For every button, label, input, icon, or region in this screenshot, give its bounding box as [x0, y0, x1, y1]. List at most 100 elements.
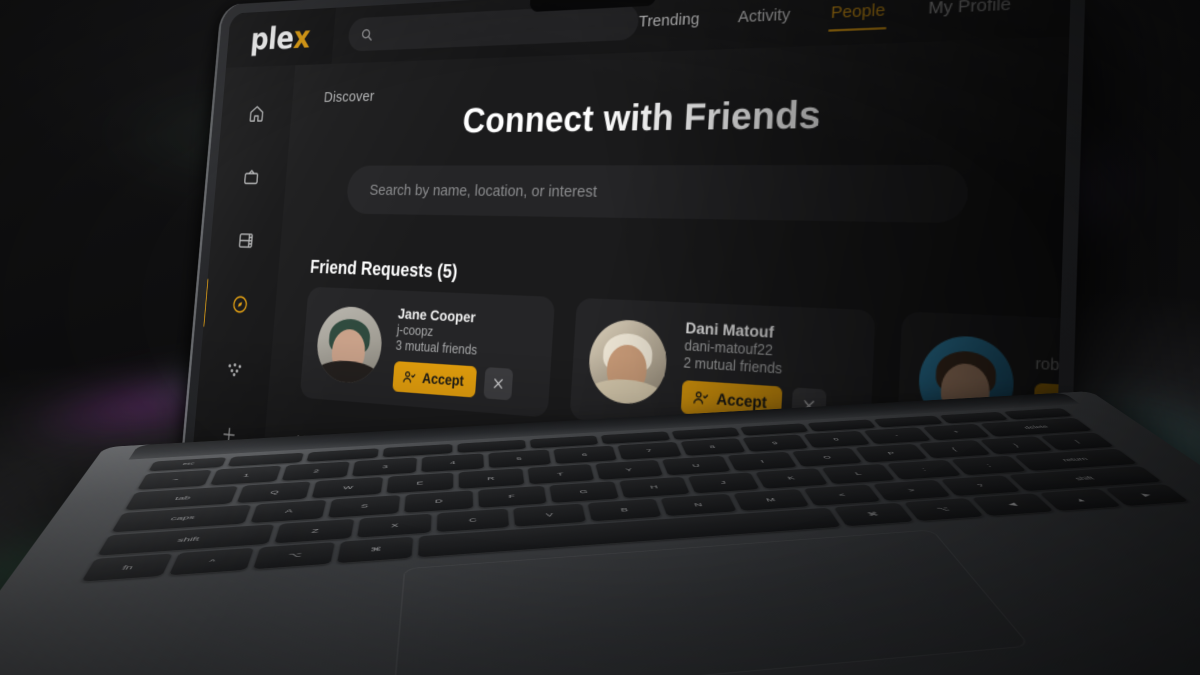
accept-button-label: Accept	[716, 389, 768, 412]
nav-my-profile-label: My Profile	[927, 0, 1012, 18]
accept-button-label: Accept	[421, 369, 465, 389]
key[interactable]: X	[356, 513, 432, 538]
nav-people[interactable]: People	[829, 0, 886, 45]
friend-request-name: Dani Matouf	[685, 317, 775, 341]
key[interactable]: M	[732, 488, 810, 512]
nav-trending[interactable]: Trending	[637, 0, 701, 53]
people-search-placeholder: Search by name, location, or interest	[369, 181, 598, 201]
key[interactable]: |	[1040, 432, 1115, 451]
plex-logo-x: x	[292, 18, 312, 56]
sidebar-item-live-tv[interactable]	[234, 162, 268, 191]
laptop-base: esc ~1 2 3 4 5 6 7 8 9 0- + delete tab Q W E R T Y U I O P{} |…	[0, 391, 1200, 675]
key[interactable]: J	[687, 472, 760, 494]
nav-people-label: People	[830, 0, 886, 22]
avatar	[314, 305, 385, 386]
key[interactable]: F	[478, 485, 547, 508]
sidebar-item-movies[interactable]	[229, 225, 263, 255]
global-search-input[interactable]	[347, 3, 640, 52]
friend-request-mutual	[1035, 374, 1069, 386]
key[interactable]: U	[661, 455, 731, 476]
key[interactable]: T	[527, 464, 595, 485]
key[interactable]: {	[918, 440, 991, 459]
key[interactable]: C	[436, 508, 510, 533]
plex-logo-text: ple	[249, 19, 296, 58]
sidebar-item-more[interactable]	[217, 353, 251, 385]
key[interactable]: 7	[617, 441, 682, 460]
key[interactable]: ⌘	[336, 536, 414, 564]
key[interactable]: 5	[488, 449, 551, 469]
friend-request-handle: dani-matouf22	[684, 337, 774, 359]
avatar	[586, 318, 669, 407]
key[interactable]: ~	[137, 469, 213, 490]
key[interactable]: P	[855, 443, 928, 463]
friend-request-mutual: 3 mutual friends	[395, 337, 478, 358]
friend-request-name	[1036, 354, 1070, 365]
key[interactable]: ⌥	[903, 498, 985, 522]
friend-request-mutual: 2 mutual friends	[683, 354, 783, 377]
key[interactable]: G	[549, 481, 619, 503]
key[interactable]: }	[979, 436, 1053, 455]
key[interactable]: N	[660, 493, 737, 517]
key[interactable]: 2	[281, 461, 350, 482]
key[interactable]: V	[513, 503, 587, 527]
key[interactable]: ?	[940, 475, 1021, 497]
key[interactable]: H	[619, 476, 690, 498]
screen-notch	[529, 0, 657, 13]
key[interactable]: B	[587, 498, 663, 522]
person-add-icon	[692, 388, 709, 407]
live-tv-icon	[242, 166, 260, 186]
key[interactable]: >	[872, 479, 952, 502]
page-title: Connect with Friends	[461, 93, 822, 141]
key[interactable]: O	[792, 447, 863, 467]
key[interactable]: +	[922, 423, 991, 441]
key[interactable]: 4	[421, 453, 484, 473]
key[interactable]: E	[385, 472, 453, 494]
key[interactable]: 3	[351, 457, 417, 477]
screenshot-stage: plex Trending Activity People My Profile…	[0, 0, 1200, 675]
nav-activity[interactable]: Activity	[736, 0, 792, 49]
key[interactable]: 9	[741, 434, 809, 452]
key[interactable]: I	[727, 451, 798, 471]
key[interactable]: ⌘	[834, 502, 914, 527]
key[interactable]: Y	[595, 459, 664, 480]
search-icon	[360, 26, 374, 41]
key[interactable]: Q	[237, 481, 312, 504]
key[interactable]: 6	[553, 445, 617, 464]
key[interactable]: W	[312, 477, 383, 499]
accept-button[interactable]: Accept	[392, 360, 478, 398]
key[interactable]: ^	[168, 547, 255, 576]
nav-my-profile[interactable]: My Profile	[927, 0, 1012, 42]
key[interactable]: D	[403, 490, 473, 513]
plex-logo[interactable]: plex	[225, 7, 336, 68]
key[interactable]: S	[327, 495, 400, 518]
key[interactable]: Z	[274, 518, 354, 544]
people-search-input[interactable]: Search by name, location, or interest	[345, 164, 969, 224]
nav-trending-label: Trending	[638, 9, 701, 31]
key[interactable]: <	[803, 484, 882, 507]
friend-request-card[interactable]: Jane Cooper j-coopz 3 mutual friends Acc…	[299, 286, 556, 418]
sidebar-item-home[interactable]	[239, 98, 273, 127]
key[interactable]: :	[887, 459, 962, 480]
key[interactable]: 0	[802, 430, 870, 449]
sidebar-item-discover[interactable]	[223, 289, 257, 320]
friend-request-handle: j-coopz	[396, 322, 434, 339]
key[interactable]: 1	[210, 465, 282, 486]
key[interactable]: K	[755, 468, 829, 489]
dismiss-button[interactable]	[483, 366, 514, 400]
key[interactable]: 8	[679, 437, 746, 456]
key[interactable]: R	[458, 468, 525, 489]
key[interactable]: ⌥	[253, 542, 335, 570]
friend-request-name: Jane Cooper	[397, 304, 477, 326]
close-icon	[492, 376, 505, 391]
friend-requests-heading: Friend Requests (5)	[309, 256, 459, 283]
key[interactable]: L	[821, 463, 896, 484]
key[interactable]: ;	[951, 455, 1027, 476]
nav-activity-label: Activity	[737, 4, 791, 27]
key[interactable]: A	[249, 499, 326, 523]
key[interactable]: fn	[81, 553, 173, 582]
discover-compass-icon	[233, 296, 247, 313]
key[interactable]: -	[862, 427, 931, 445]
laptop-device: plex Trending Activity People My Profile…	[0, 0, 1200, 675]
person-add-icon	[402, 368, 417, 385]
key[interactable]: ◀	[972, 493, 1054, 516]
